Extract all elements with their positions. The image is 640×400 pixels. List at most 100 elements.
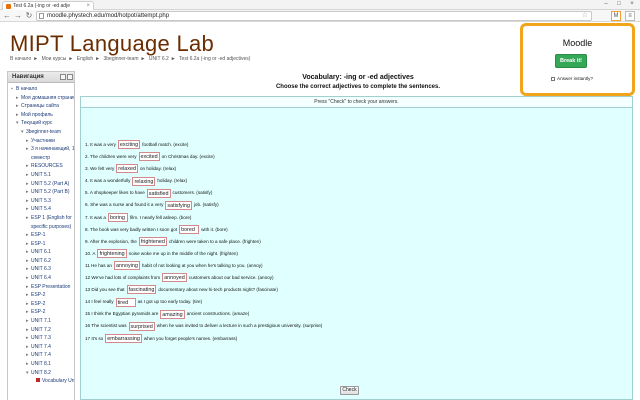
- sidebar-item[interactable]: ▸ ESP-1: [8, 240, 74, 249]
- question-text-after: customers. (satisfy): [172, 190, 213, 196]
- sidebar-item[interactable]: ▸ UNIT 7.3: [8, 334, 74, 343]
- sidebar-item[interactable]: ▸ ESP-2: [8, 308, 74, 317]
- sidebar-item[interactable]: ▾ 3beginner-team: [8, 128, 74, 137]
- check-button[interactable]: Check: [340, 386, 359, 395]
- answer-select[interactable]: relaxed: [116, 164, 138, 174]
- break-it-button[interactable]: Break it!: [555, 54, 587, 68]
- moodle-extension-icon[interactable]: M: [611, 11, 621, 21]
- sidebar-item-label: UNIT 5.2 (Part A): [31, 180, 70, 187]
- answer-select[interactable]: surprised: [128, 321, 155, 331]
- sidebar-item-label: семестр: [31, 154, 51, 161]
- sidebar-item[interactable]: ▸ RESOURCES: [8, 162, 74, 171]
- sidebar-item-label: specific purposes): [31, 223, 72, 230]
- question-text-after: on holiday. (relax): [139, 166, 177, 172]
- sidebar-item[interactable]: ▾ Текущий курс: [8, 119, 74, 128]
- answer-select[interactable]: satisfying: [165, 200, 192, 210]
- sidebar-item[interactable]: ▸ UNIT 5.3: [8, 197, 74, 206]
- question-text-after: ancient constructions. (amaze): [186, 311, 250, 317]
- answer-instantly-option[interactable]: Answer instantly?: [551, 76, 593, 81]
- site-title[interactable]: MIPT Language Lab: [10, 31, 214, 57]
- answer-select[interactable]: amazing: [160, 309, 185, 319]
- collapse-icon[interactable]: [67, 74, 73, 80]
- sidebar-item[interactable]: ▸ UNIT 7.4: [8, 351, 74, 360]
- breadcrumb-item[interactable]: В начало: [10, 56, 31, 62]
- bookmark-star-icon[interactable]: ☆: [582, 12, 588, 20]
- sidebar-item[interactable]: ▸ ESP-1: [8, 231, 74, 240]
- breadcrumb: В начало ► Мои курсы ► English ► 3beginner-…: [10, 56, 251, 62]
- tab-close-icon[interactable]: ×: [86, 2, 90, 10]
- sidebar-item[interactable]: ▸ UNIT 5.1: [8, 171, 74, 180]
- menu-icon[interactable]: ≡: [625, 11, 635, 21]
- sidebar-item[interactable]: ▸ UNIT 7.2: [8, 326, 74, 335]
- reload-icon[interactable]: ↻: [24, 11, 34, 21]
- sidebar-item[interactable]: ▸ Участники: [8, 137, 74, 146]
- sidebar-item[interactable]: ▸ UNIT 6.1: [8, 248, 74, 257]
- answer-select[interactable]: annoying: [114, 261, 140, 271]
- answer-select[interactable]: fascinating: [126, 285, 157, 295]
- sidebar-item[interactable]: семестр: [8, 154, 74, 163]
- sidebar-item[interactable]: ▸ UNIT 5.2 (Part A): [8, 180, 74, 189]
- breadcrumb-item[interactable]: UNIT 6.2: [149, 56, 169, 62]
- sidebar-item-label: UNIT 7.4: [31, 343, 51, 350]
- sidebar-item-label: ESP-2: [31, 309, 46, 316]
- sidebar-item[interactable]: ▸ UNIT 8.1: [8, 360, 74, 369]
- question-text-before: 16 The scientist was: [85, 323, 127, 329]
- question-row: 7. It was a boring film. I nearly fell asl…: [85, 212, 630, 224]
- sidebar-item-label: UNIT 7.3: [31, 335, 51, 342]
- question-row: 1. It was a very exciting football match. …: [85, 139, 630, 151]
- forward-arrow-icon[interactable]: →: [13, 11, 23, 21]
- sidebar-item[interactable]: ▸ Мой профиль: [8, 111, 74, 120]
- dock-icon[interactable]: [60, 74, 66, 80]
- question-text-before: 13 Did you see that: [85, 287, 125, 293]
- answer-select[interactable]: frightening: [97, 249, 127, 259]
- question-text-after: noise woke me up in the middle of the ni…: [128, 250, 238, 256]
- question-text-before: 1. It was a very: [85, 142, 116, 147]
- breadcrumb-item[interactable]: 3beginner-team: [103, 56, 138, 62]
- sidebar-item[interactable]: ▸ ESP 1 (English for: [8, 214, 74, 223]
- answer-select[interactable]: boring: [107, 212, 128, 222]
- answer-select[interactable]: exciting: [117, 140, 141, 150]
- close-window-button[interactable]: ×: [626, 0, 638, 8]
- navigation-header: Навигация: [8, 72, 74, 83]
- sidebar-item[interactable]: ▸ UNIT 5.4: [8, 205, 74, 214]
- sidebar-item[interactable]: ▸ UNIT 7.1: [8, 317, 74, 326]
- minimize-button[interactable]: –: [600, 0, 612, 8]
- sidebar-item[interactable]: ▸ ESP Presentation: [8, 283, 74, 292]
- browser-tab[interactable]: Test 6.2a (-ing or -ed adje ×: [2, 1, 94, 10]
- question-text-before: 17 It's so: [85, 335, 104, 341]
- question-row: 8. The book was very badly written I soo…: [85, 224, 630, 236]
- sidebar-item[interactable]: ▾ UNIT 8.2: [8, 369, 74, 378]
- sidebar-item[interactable]: ▸ Страницы сайта: [8, 102, 74, 111]
- answer-select[interactable]: relaxing: [132, 176, 156, 186]
- answer-select[interactable]: bored: [179, 224, 200, 234]
- sidebar-item[interactable]: specific purposes): [8, 223, 74, 232]
- question-text-before: 7. It was a: [85, 214, 106, 220]
- sidebar-item[interactable]: ▸ UNIT 7.4: [8, 343, 74, 352]
- answer-select[interactable]: annoyed: [162, 273, 187, 283]
- sidebar-item[interactable]: ▸ UNIT 5.2 (Part B): [8, 188, 74, 197]
- answer-select[interactable]: excited: [138, 152, 160, 162]
- sidebar-item[interactable]: ▸ Моя домашняя страница: [8, 94, 74, 103]
- breadcrumb-item[interactable]: Мои курсы: [42, 56, 67, 62]
- sidebar-item[interactable]: ▸ UNIT 6.3: [8, 265, 74, 274]
- sidebar-item-label: ESP-2: [31, 300, 46, 307]
- answer-select[interactable]: embarrassing: [105, 333, 142, 343]
- answer-instantly-checkbox[interactable]: [551, 76, 555, 81]
- sidebar-item[interactable]: ▸ 3 я начинающий, 1: [8, 145, 74, 154]
- back-arrow-icon[interactable]: ←: [2, 11, 12, 21]
- sidebar-item-label: Текущий курс: [21, 120, 53, 127]
- sidebar-item[interactable]: ▸ UNIT 6.4: [8, 274, 74, 283]
- sidebar-item[interactable]: ▸ UNIT 6.2: [8, 257, 74, 266]
- question-text-before: 6. She was a nurse and found it a very: [85, 202, 164, 208]
- maximize-button[interactable]: □: [613, 0, 625, 8]
- address-bar[interactable]: moodle.phystech.edu/mod/hotpot/attempt.p…: [36, 11, 592, 21]
- sidebar-item[interactable]: ▪ В начало: [8, 85, 74, 94]
- sidebar-item[interactable]: ▸ ESP-2: [8, 300, 74, 309]
- answer-select[interactable]: frightened: [138, 237, 167, 247]
- question-text-before: 9. After the explosion, the: [85, 238, 137, 244]
- answer-select[interactable]: satisfied: [146, 188, 171, 198]
- sidebar-item[interactable]: ▸ ESP-2: [8, 291, 74, 300]
- answer-select[interactable]: tired: [115, 297, 136, 307]
- breadcrumb-item[interactable]: English: [77, 56, 93, 62]
- sidebar-item[interactable]: Vocabulary Unit: [8, 377, 74, 386]
